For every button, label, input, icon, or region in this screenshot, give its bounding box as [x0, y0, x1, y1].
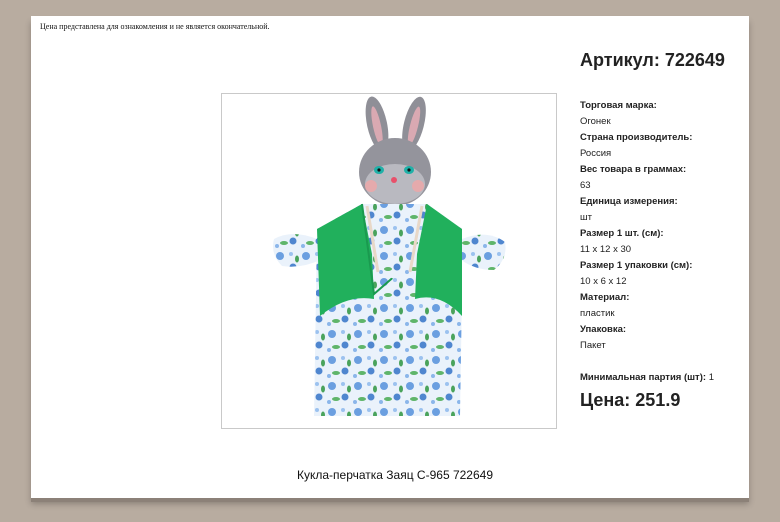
spec-label: Упаковка:	[580, 324, 627, 335]
spec-weight: Вес товара в граммах: 63	[580, 162, 745, 194]
spec-value: Огонек	[580, 116, 611, 127]
min-order: Минимальная партия (шт): 1	[580, 372, 714, 383]
spec-package-size: Размер 1 упаковки (см): 10 x 6 x 12	[580, 258, 745, 290]
price-disclaimer: Цена представлена для ознакомления и не …	[40, 22, 270, 31]
spec-label: Размер 1 упаковки (см):	[580, 260, 693, 271]
spec-value: Россия	[580, 148, 612, 159]
spec-item-size: Размер 1 шт. (см): 11 x 12 x 30	[580, 226, 745, 258]
spec-label: Вес товара в граммах:	[580, 164, 687, 175]
article-number: Артикул: 722649	[580, 50, 725, 71]
catalog-sheet: Цена представлена для ознакомления и не …	[31, 16, 749, 498]
spec-material: Материал: пластик	[580, 290, 745, 322]
min-order-value: 1	[708, 372, 714, 383]
spec-label: Торговая марка:	[580, 100, 657, 111]
spec-label: Страна производитель:	[580, 132, 693, 143]
spec-label: Единица измерения:	[580, 196, 678, 207]
min-order-label: Минимальная партия (шт):	[580, 372, 707, 383]
spec-value: пластик	[580, 308, 615, 319]
product-photo	[221, 93, 557, 429]
specs-list: Торговая марка: Огонек Страна производит…	[580, 98, 745, 354]
spec-unit: Единица измерения: шт	[580, 194, 745, 226]
spec-label: Размер 1 шт. (см):	[580, 228, 664, 239]
article-value: 722649	[664, 50, 725, 70]
hand-puppet-hare-image	[273, 96, 506, 416]
spec-packaging: Упаковка: Пакет	[580, 322, 745, 354]
spec-value: 63	[580, 180, 591, 191]
spec-value: Пакет	[580, 340, 606, 351]
price-label: Цена:	[580, 390, 631, 410]
product-caption: Кукла-перчатка Заяц С-965 722649	[297, 468, 493, 482]
article-label: Артикул:	[580, 50, 660, 70]
spec-value: 10 x 6 x 12	[580, 276, 627, 287]
spec-country: Страна производитель: Россия	[580, 130, 745, 162]
spec-value: 11 x 12 x 30	[580, 244, 632, 255]
spec-value: шт	[580, 212, 592, 223]
price-value: 251.9	[635, 390, 681, 410]
spec-brand: Торговая марка: Огонек	[580, 98, 745, 130]
spec-label: Материал:	[580, 292, 630, 303]
price: Цена: 251.9	[580, 390, 680, 411]
